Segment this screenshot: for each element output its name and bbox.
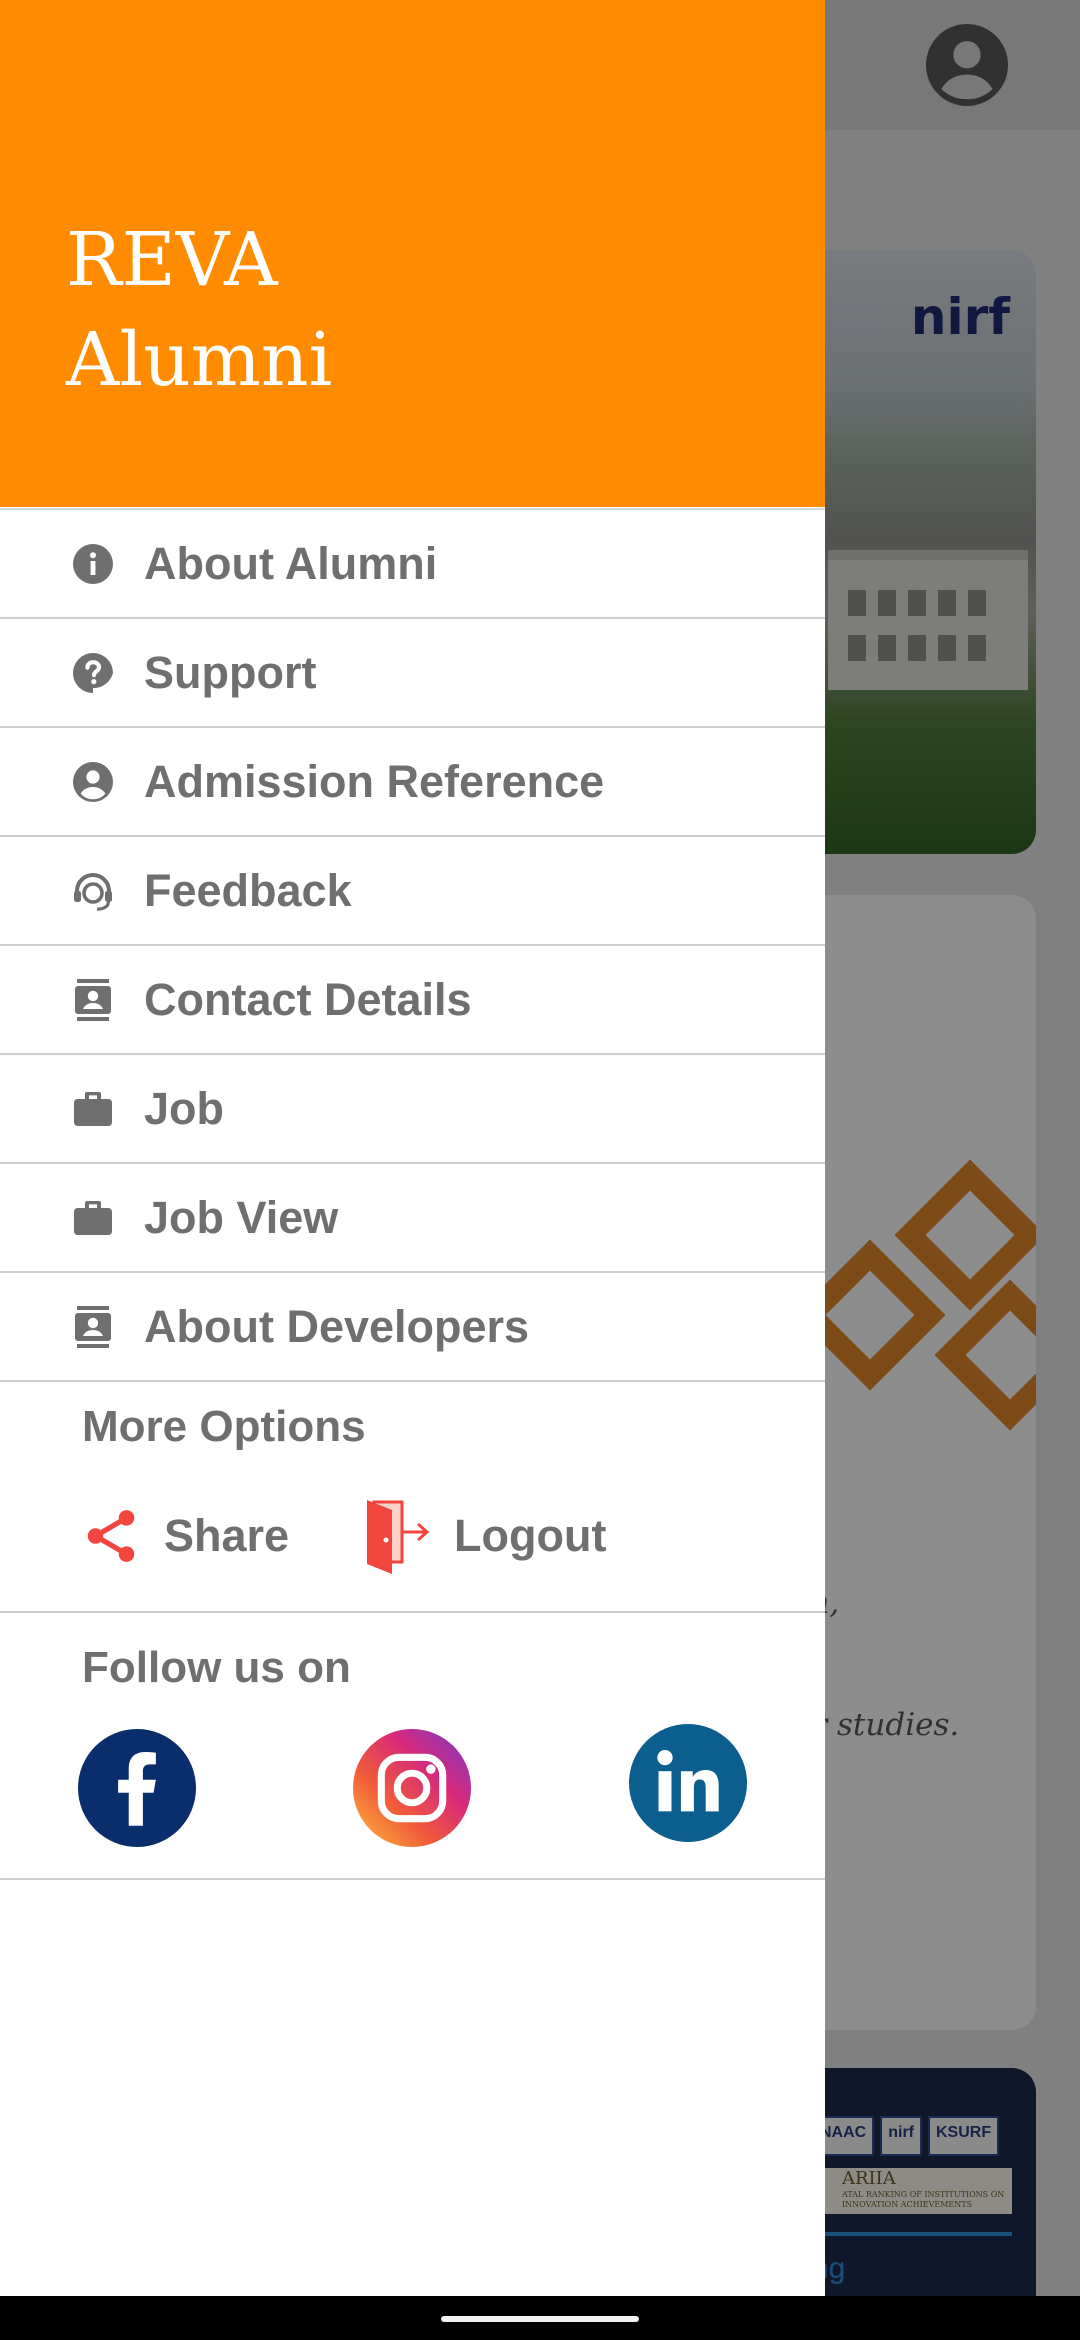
menu-item-admission-reference[interactable]: Admission Reference	[0, 728, 825, 837]
menu-item-label: About Alumni	[144, 537, 438, 589]
divider	[0, 1878, 825, 1880]
follow-us-title: Follow us on	[82, 1643, 351, 1692]
menu-item-label: Support	[144, 646, 317, 698]
logout-icon	[367, 1500, 430, 1574]
app-title: REVA Alumni	[66, 217, 333, 403]
system-navigation-bar	[0, 2296, 1080, 2340]
account-circle-icon	[68, 757, 118, 807]
gesture-handle[interactable]	[441, 2316, 639, 2322]
drawer-header: REVA Alumni	[0, 0, 825, 507]
share-icon	[87, 1510, 135, 1562]
menu-item-feedback[interactable]: Feedback	[0, 837, 825, 946]
menu-item-support[interactable]: Support	[0, 619, 825, 728]
menu-item-label: Job View	[144, 1191, 339, 1243]
contacts-icon	[68, 975, 118, 1025]
menu-item-label: Job	[144, 1082, 225, 1134]
menu-item-label: Contact Details	[144, 973, 472, 1025]
navigation-drawer: REVA Alumni About Alumni Support Admissi…	[0, 0, 825, 2296]
menu-item-label: Feedback	[144, 864, 352, 916]
menu-item-about-alumni[interactable]: About Alumni	[0, 508, 825, 619]
menu-item-job-view[interactable]: Job View	[0, 1164, 825, 1273]
facebook-icon[interactable]	[78, 1729, 196, 1847]
linkedin-icon[interactable]	[629, 1724, 747, 1842]
support-agent-icon	[68, 866, 118, 916]
logout-button[interactable]: Logout	[362, 1496, 606, 1576]
share-button[interactable]: Share	[80, 1500, 289, 1572]
divider	[0, 1611, 825, 1613]
share-label: Share	[164, 1510, 290, 1561]
more-options-title: More Options	[82, 1402, 366, 1451]
menu-item-contact-details[interactable]: Contact Details	[0, 946, 825, 1055]
menu-item-label: Admission Reference	[144, 755, 605, 807]
help-icon	[68, 648, 118, 698]
drawer-menu: About Alumni Support Admission Reference…	[0, 508, 825, 1382]
menu-item-job[interactable]: Job	[0, 1055, 825, 1164]
briefcase-icon	[68, 1193, 118, 1243]
menu-item-label: About Developers	[144, 1300, 530, 1352]
logout-label: Logout	[454, 1510, 607, 1561]
info-icon	[68, 539, 118, 589]
menu-item-about-developers[interactable]: About Developers	[0, 1273, 825, 1382]
instagram-icon[interactable]	[353, 1729, 471, 1847]
contacts-icon	[68, 1302, 118, 1352]
briefcase-icon	[68, 1084, 118, 1134]
